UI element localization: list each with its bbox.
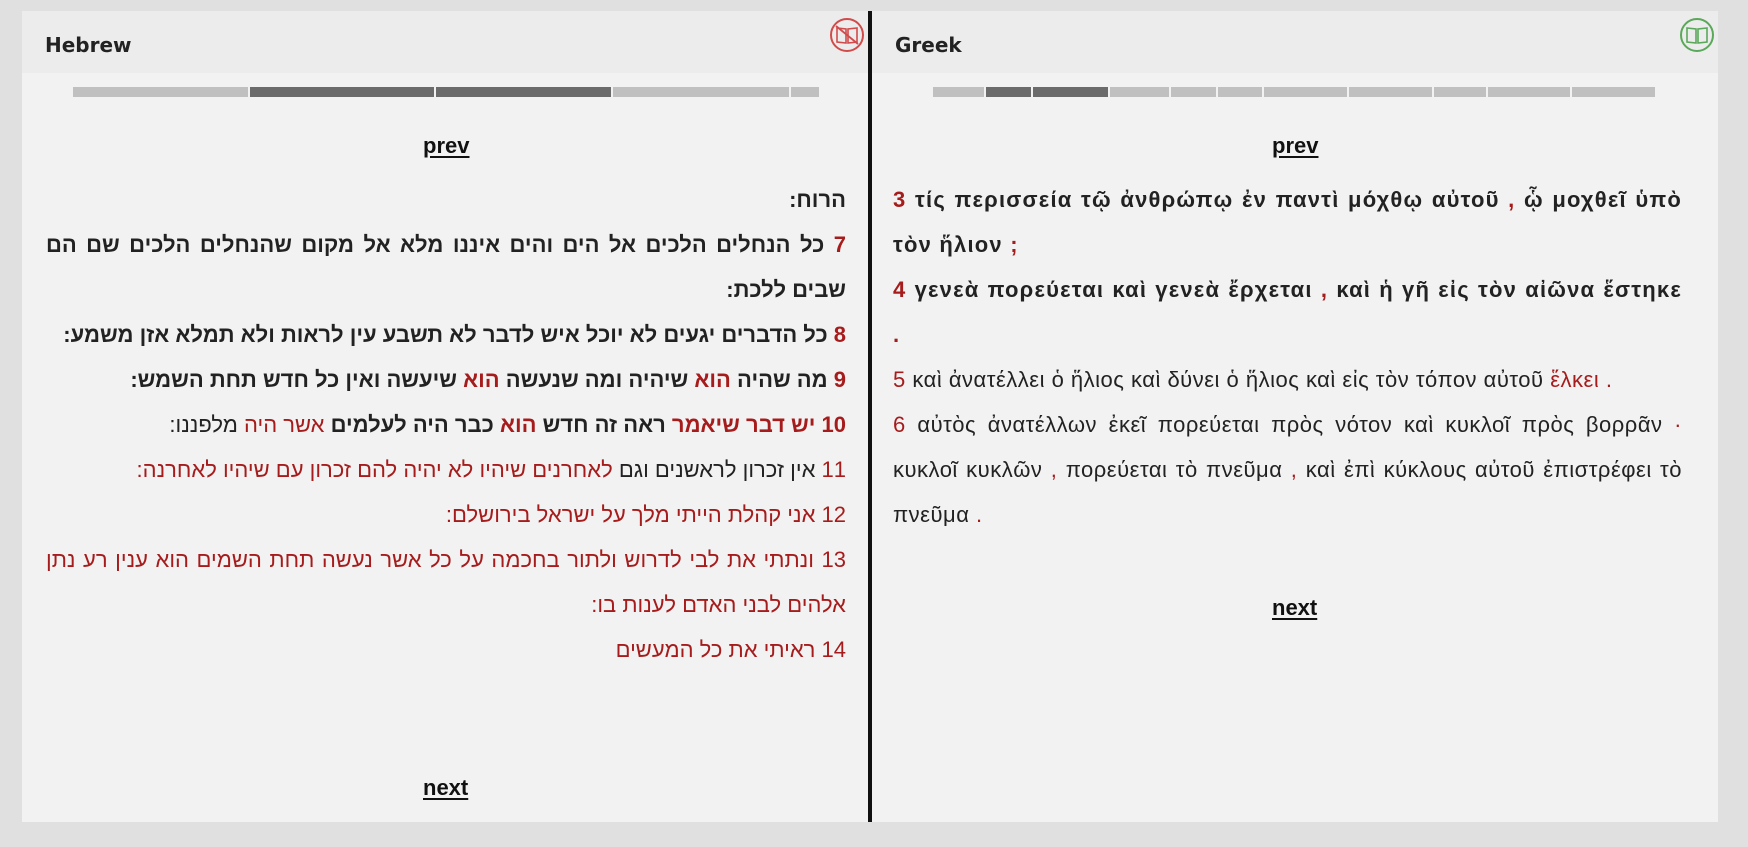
verse: 13 ונתתי את לבי לדרוש ולתור בחכמה על כל … <box>46 537 846 627</box>
verse: 12 אני קהלת הייתי מלך על ישראל בירושלם: <box>46 492 846 537</box>
verse-text: אין זכרון לראשנים וגם <box>618 457 816 482</box>
verse-text: מה שהיה <box>737 367 828 392</box>
verse: 11 אין זכרון לראשנים וגם לאחרנים שיהיו ל… <box>46 447 846 492</box>
parallel-viewer: Hebrew prev הרוח: 7 כל הנחלים הלכים אל ה… <box>22 11 1718 822</box>
greek-header: Greek <box>872 11 1718 73</box>
verse: הרוח: <box>46 177 846 222</box>
punctuation: ; <box>1010 232 1019 257</box>
punctuation: . <box>976 502 983 527</box>
progress-segment[interactable] <box>791 87 819 97</box>
verse-number: 13 <box>821 547 846 572</box>
progress-segment[interactable] <box>1171 87 1216 97</box>
verse-number: 11 <box>821 457 846 482</box>
verse-text: שיהיה ומה שנעשה <box>505 367 689 392</box>
verse: 8 כל הדברים יגעים לא יוכל איש לדבר לא תש… <box>46 312 846 357</box>
verse-number: 12 <box>821 502 846 527</box>
progress-segment[interactable] <box>1572 87 1655 97</box>
verse-text: כל הדברים יגעים לא יוכל איש לדבר לא תשבע… <box>63 322 828 347</box>
verse-highlight: ἕλκει <box>1550 367 1600 392</box>
verse: 10 יש דבר שיאמר ראה זה חדש הוא כבר היה ל… <box>46 402 846 447</box>
verse: 4 γενεὰ πορεύεται καὶ γενεὰ ἔρχεται , κα… <box>893 267 1682 357</box>
punctuation: , <box>1050 457 1058 482</box>
greek-title: Greek <box>895 33 962 57</box>
verse-text: καὶ ἀνατέλλει ὁ ἥλιος καὶ δύνει ὁ ἥλιος … <box>912 367 1544 392</box>
verse-text: כבר היה לעלמים <box>330 412 494 437</box>
greek-pane: Greek prev 3 τίς περισσεία τῷ ἀνθρώπῳ ἐν… <box>872 11 1718 822</box>
verse-text: מלפננו: <box>169 412 238 437</box>
verse-highlight: אשר היה <box>244 412 325 437</box>
verse-text: ראה זה חדש <box>542 412 666 437</box>
verse-number: 6 <box>893 412 906 437</box>
hebrew-header: Hebrew <box>22 11 868 73</box>
book-disabled-icon[interactable] <box>830 18 864 52</box>
punctuation: , <box>1290 457 1298 482</box>
verse: 9 מה שהיה הוא שיהיה ומה שנעשה הוא שיעשה … <box>46 357 846 402</box>
hebrew-pane: Hebrew prev הרוח: 7 כל הנחלים הלכים אל ה… <box>22 11 872 822</box>
progress-segment[interactable] <box>73 87 248 97</box>
progress-segment[interactable] <box>1218 87 1262 97</box>
punctuation: , <box>1508 187 1516 212</box>
punctuation: , <box>1320 277 1329 302</box>
punctuation: · <box>1674 412 1682 437</box>
progress-segment[interactable] <box>613 87 789 97</box>
progress-segment[interactable] <box>1488 87 1570 97</box>
verse-text: πορεύεται τὸ πνεῦμα <box>1065 457 1283 482</box>
progress-segment[interactable] <box>933 87 984 97</box>
progress-segment-active[interactable] <box>250 87 434 97</box>
greek-text: 3 τίς περισσεία τῷ ἀνθρώπῳ ἐν παντὶ μόχθ… <box>893 177 1682 537</box>
verse-text: τίς περισσεία τῷ ἀνθρώπῳ ἐν παντὶ μόχθῳ … <box>914 187 1500 212</box>
greek-prev-link[interactable]: prev <box>1272 133 1318 159</box>
progress-segment[interactable] <box>1434 87 1486 97</box>
punctuation: . <box>1605 367 1613 392</box>
hebrew-next-link[interactable]: next <box>423 775 468 801</box>
greek-progress-bar[interactable] <box>933 87 1657 97</box>
punctuation: . <box>893 322 901 347</box>
verse-text: אני קהלת הייתי מלך על ישראל בירושלם: <box>445 502 816 527</box>
hebrew-progress-bar[interactable] <box>73 87 821 97</box>
hebrew-text: הרוח: 7 כל הנחלים הלכים אל הים והים איננ… <box>46 177 846 672</box>
progress-segment[interactable] <box>1349 87 1432 97</box>
progress-segment-active[interactable] <box>986 87 1031 97</box>
verse-number: 10 <box>821 412 846 437</box>
verse-text: הרוח: <box>789 187 846 212</box>
greek-next-link[interactable]: next <box>1272 595 1317 621</box>
verse-text: γενεὰ πορεύεται καὶ γενεὰ ἔρχεται <box>914 277 1313 302</box>
verse: 7 כל הנחלים הלכים אל הים והים איננו מלא … <box>46 222 846 312</box>
verse-text: ונתתי את לבי לדרוש ולתור בחכמה על כל אשר… <box>46 547 846 617</box>
book-icon[interactable] <box>1680 18 1714 52</box>
progress-segment-active[interactable] <box>1033 87 1108 97</box>
verse: 5 καὶ ἀνατέλλει ὁ ἥλιος καὶ δύνει ὁ ἥλιο… <box>893 357 1682 402</box>
verse-text: שיעשה ואין כל חדש תחת השמש: <box>130 367 457 392</box>
hebrew-prev-link[interactable]: prev <box>423 133 469 159</box>
progress-segment[interactable] <box>1110 87 1169 97</box>
verse-number: 14 <box>821 637 846 662</box>
progress-segment-active[interactable] <box>436 87 611 97</box>
verse: 6 αὐτὸς ἀνατέλλων ἐκεῖ πορεύεται πρὸς νό… <box>893 402 1682 537</box>
verse-highlight: לאחרנים שיהיו לא יהיה להם זכרון עם שיהיו… <box>136 457 613 482</box>
hebrew-title: Hebrew <box>45 33 132 57</box>
verse-text: ראיתי את כל המעשים <box>615 637 816 662</box>
verse-number: 8 <box>833 322 846 347</box>
verse-text: כל הנחלים הלכים אל הים והים איננו מלא אל… <box>46 232 846 302</box>
progress-segment[interactable] <box>1264 87 1347 97</box>
verse-text: αὐτὸς ἀνατέλλων ἐκεῖ πορεύεται πρὸς νότο… <box>917 412 1663 437</box>
verse-text: κυκλοῖ κυκλῶν <box>893 457 1043 482</box>
verse-number: 4 <box>893 277 907 302</box>
verse: 3 τίς περισσεία τῷ ἀνθρώπῳ ἐν παντὶ μόχθ… <box>893 177 1682 267</box>
verse-highlight: הוא <box>694 367 731 392</box>
verse-number: 9 <box>833 367 846 392</box>
verse-number: 7 <box>833 232 846 257</box>
verse: 14 ראיתי את כל המעשים <box>46 627 846 672</box>
verse-highlight: הוא <box>499 412 537 437</box>
verse-number: 3 <box>893 187 907 212</box>
verse-highlight: הוא <box>463 367 500 392</box>
verse-text: καὶ ἡ γῆ εἰς τὸν αἰῶνα ἕστηκε <box>1336 277 1683 302</box>
verse-number: 5 <box>893 367 906 392</box>
verse-highlight: יש דבר שיאמר <box>671 412 816 437</box>
